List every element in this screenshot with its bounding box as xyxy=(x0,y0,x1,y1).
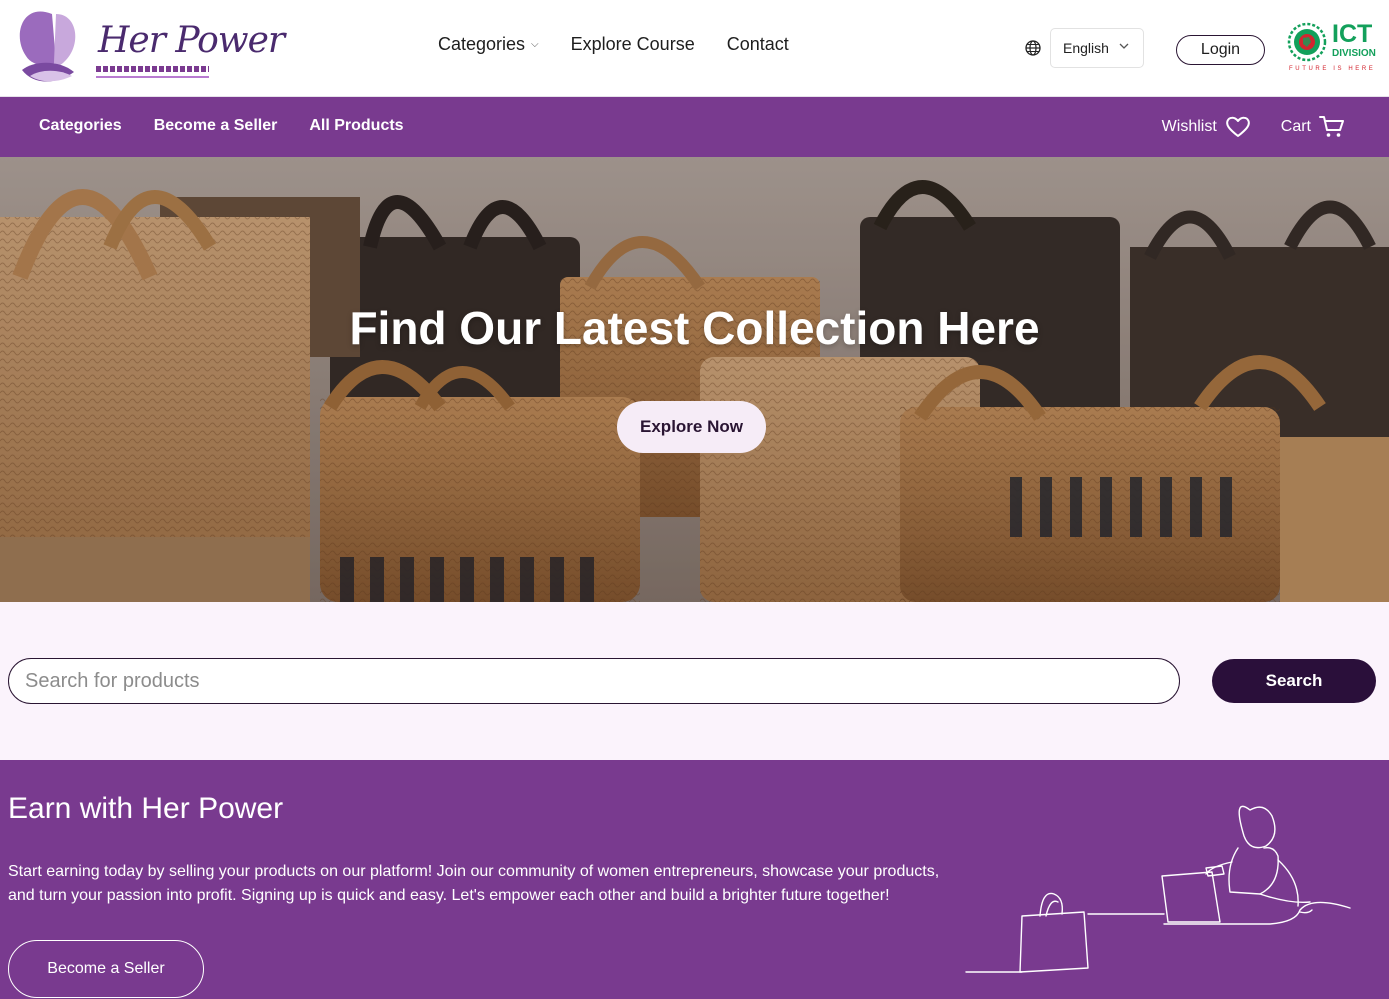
earn-description: Start earning today by selling your prod… xyxy=(8,863,940,904)
ict-division-logo: ICT DIVISION FUTURE IS HERE xyxy=(1287,20,1379,76)
main-nav: Categories ⌵ Explore Course Contact xyxy=(438,34,789,55)
nav-categories[interactable]: Categories ⌵ xyxy=(438,34,539,55)
earn-title: Earn with Her Power xyxy=(8,792,284,825)
language-select-value: English xyxy=(1063,40,1109,56)
top-header: Her Power Categories ⌵ Explore Course Con… xyxy=(0,0,1389,97)
nav-categories-label: Categories xyxy=(438,34,526,54)
globe-icon xyxy=(1025,40,1041,56)
heart-icon xyxy=(1225,116,1250,137)
hero-title: Find Our Latest Collection Here xyxy=(349,302,1040,354)
butterfly-logo-icon xyxy=(19,11,76,82)
cart-icon xyxy=(1319,116,1344,137)
ict-title: ICT xyxy=(1332,20,1373,48)
her-power-logo[interactable]: Her Power xyxy=(12,6,285,88)
subnav-categories[interactable]: Categories xyxy=(39,117,122,135)
logo-tagline xyxy=(96,62,209,78)
ict-subtitle: DIVISION xyxy=(1332,48,1376,59)
earn-section: Earn with Her Power Start earning today … xyxy=(0,760,1389,999)
seller-illustration xyxy=(965,805,1351,973)
hero-banner: Find Our Latest Collection Here Explore … xyxy=(0,157,1389,602)
search-button[interactable]: Search xyxy=(1212,659,1376,703)
wishlist-label: Wishlist xyxy=(1161,118,1217,135)
cart-link[interactable]: Cart xyxy=(1281,114,1345,140)
login-button[interactable]: Login xyxy=(1176,35,1265,65)
nav-explore-course[interactable]: Explore Course xyxy=(571,34,695,55)
subnav-become-seller[interactable]: Become a Seller xyxy=(154,117,278,135)
become-seller-button[interactable]: Become a Seller xyxy=(8,940,204,998)
wishlist-link[interactable]: Wishlist xyxy=(1162,115,1251,139)
nav-contact[interactable]: Contact xyxy=(727,34,789,55)
secondary-nav-actions: Wishlist Cart xyxy=(1162,114,1345,140)
subnav-all-products[interactable]: All Products xyxy=(309,117,403,135)
govt-emblem-icon xyxy=(1287,22,1327,62)
search-input[interactable] xyxy=(8,658,1180,704)
cart-label: Cart xyxy=(1280,118,1311,135)
chevron-down-icon: ⌵ xyxy=(531,39,539,50)
logo-wordmark: Her Power xyxy=(98,20,285,61)
hero-baskets-image xyxy=(0,157,1389,602)
explore-now-button[interactable]: Explore Now xyxy=(617,401,766,453)
secondary-nav-links: Categories Become a Seller All Products xyxy=(39,117,404,135)
ict-tagline: FUTURE IS HERE xyxy=(1289,66,1376,72)
language-select[interactable]: English xyxy=(1050,28,1144,68)
secondary-nav: Categories Become a Seller All Products … xyxy=(0,97,1389,157)
search-section: Search xyxy=(0,602,1389,760)
chevron-down-icon xyxy=(1119,43,1129,49)
